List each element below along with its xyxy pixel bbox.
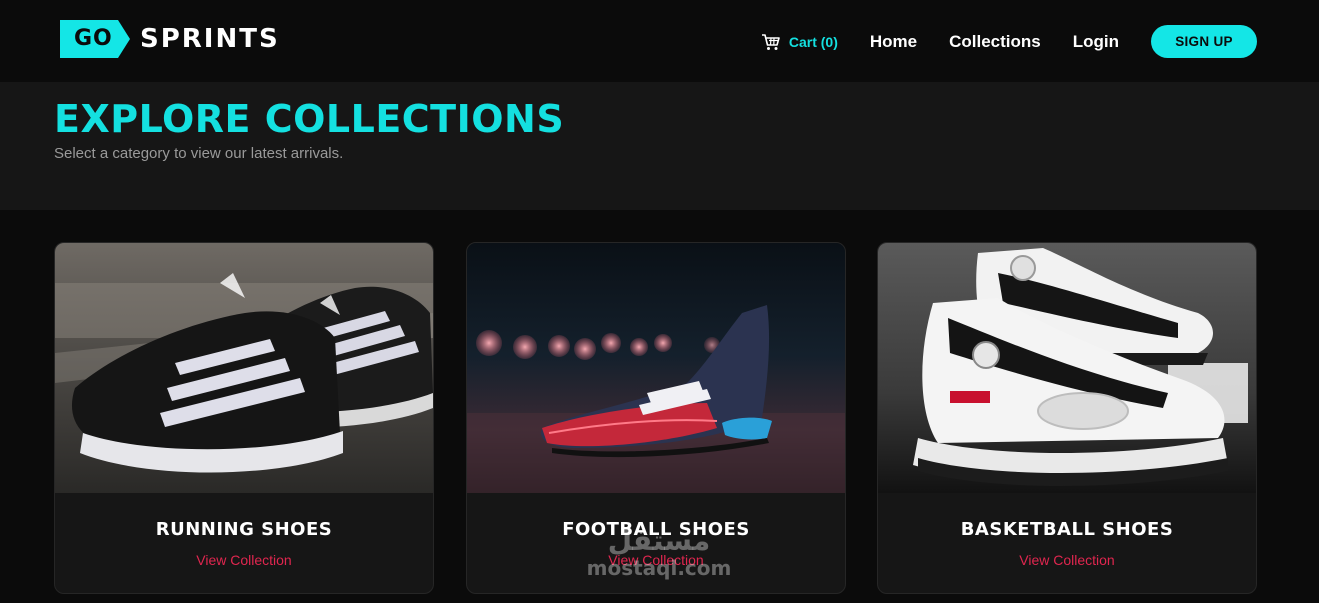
top-navbar: GO SPRINTS Cart (0) Home Collections Log… [0,0,1319,82]
logo-badge-text: GO [74,26,113,51]
collection-image-basketball [878,243,1256,493]
collection-card-basketball[interactable]: BASKETBALL SHOES View Collection [877,242,1257,594]
page-title: EXPLORE COLLECTIONS [54,97,565,141]
cart-icon [761,33,780,50]
view-collection-link-basketball[interactable]: View Collection [878,552,1256,568]
collection-title-basketball: BASKETBALL SHOES [960,519,1174,540]
logo-text: SPRINTS [140,24,280,54]
nav-login-link[interactable]: Login [1073,32,1119,52]
signup-button[interactable]: SIGN UP [1151,25,1257,58]
collection-title-football: FOOTBALL SHOES [562,519,750,540]
nav-home-link[interactable]: Home [870,32,917,52]
view-collection-link-football[interactable]: View Collection [467,552,845,568]
collection-card-football[interactable]: FOOTBALL SHOES View Collection [466,242,846,594]
hero-section: EXPLORE COLLECTIONS Select a category to… [0,82,1319,210]
nav-collections-link[interactable]: Collections [949,32,1041,52]
main-nav: Cart (0) Home Collections Login SIGN UP [761,25,1257,58]
cart-label: Cart (0) [788,33,838,50]
page-subtitle: Select a category to view our latest arr… [54,145,344,162]
collection-card-running[interactable]: RUNNING SHOES View Collection [54,242,434,594]
logo-badge: GO [60,20,130,58]
view-collection-link-running[interactable]: View Collection [55,552,433,568]
cart-link[interactable]: Cart (0) [761,33,838,51]
collection-image-running [55,243,433,493]
collection-image-football [467,243,845,493]
collection-title-running: RUNNING SHOES [155,519,333,540]
brand-logo[interactable]: GO SPRINTS [60,20,280,58]
